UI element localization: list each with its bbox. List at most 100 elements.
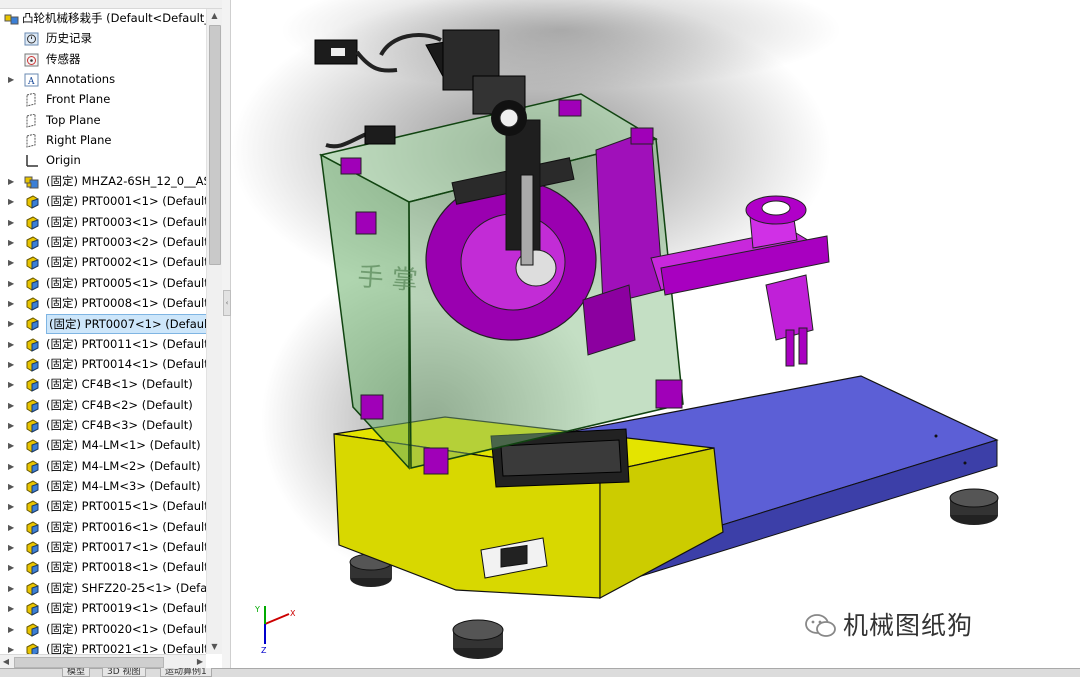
part-icon bbox=[24, 439, 39, 454]
triad-z-label: Z bbox=[261, 646, 267, 654]
part-icon bbox=[24, 256, 39, 270]
expand-chevron-icon[interactable]: ▶ bbox=[8, 620, 16, 640]
part-icon bbox=[24, 622, 39, 637]
part-icon bbox=[24, 297, 39, 311]
expand-chevron-icon[interactable]: ▶ bbox=[8, 518, 16, 538]
tree-item-label: 传感器 bbox=[46, 51, 81, 66]
tree-item-label: (固定) MHZA2-6SH_12_0__ASM bbox=[46, 173, 206, 188]
tree-item[interactable]: ▶ (固定) PRT0011<1> (Default) bbox=[0, 335, 206, 355]
tree-item[interactable]: ▶ (固定) PRT0020<1> (Default) bbox=[0, 620, 206, 640]
tree-item-label: Origin bbox=[46, 153, 81, 168]
expand-chevron-icon[interactable]: ▶ bbox=[8, 457, 16, 477]
tree-item[interactable]: ▶ (固定) SHFZ20-25<1> (Default bbox=[0, 579, 206, 599]
expand-chevron-icon[interactable]: ▶ bbox=[8, 335, 16, 355]
scroll-left-icon[interactable]: ◀ bbox=[0, 655, 12, 669]
expand-chevron-icon[interactable]: ▶ bbox=[8, 192, 16, 212]
tree-item[interactable]: ▶ (固定) MHZA2-6SH_12_0__ASM bbox=[0, 172, 206, 192]
part-icon bbox=[24, 460, 39, 474]
tree-item-label: (固定) PRT0017<1> (Default) bbox=[46, 540, 206, 555]
part-icon bbox=[24, 582, 39, 596]
tree-item[interactable]: ▶ (固定) M4-LM<2> (Default) bbox=[0, 457, 206, 477]
tree-item[interactable]: ▶ (固定) PRT0016<1> (Default) bbox=[0, 518, 206, 538]
tree-horizontal-scrollbar[interactable]: ◀ ▶ bbox=[0, 654, 206, 669]
tree-item[interactable]: ▶ (固定) M4-LM<1> (Default) bbox=[0, 436, 206, 456]
wechat-icon bbox=[805, 614, 836, 637]
tree-item[interactable]: ▶ (固定) M4-LM<3> (Default) bbox=[0, 477, 206, 497]
assembly-model[interactable]: 手 掌 bbox=[231, 0, 1080, 668]
part-icon bbox=[24, 561, 39, 576]
panel-splitter[interactable]: ‹ bbox=[222, 0, 231, 668]
expand-chevron-icon[interactable]: ▶ bbox=[8, 436, 16, 456]
tree-item[interactable]: ▶ (固定) PRT0014<1> (Default) bbox=[0, 355, 206, 375]
feature-manager-panel: 凸轮机械移栽手 (Default<Default_D 历史记录传感器 ▶ A Annot… bbox=[0, 0, 223, 676]
tree-hscroll-thumb[interactable] bbox=[14, 657, 164, 668]
tree-item[interactable]: Origin bbox=[0, 151, 206, 171]
tree-item[interactable]: ▶ (固定) CF4B<2> (Default) bbox=[0, 396, 206, 416]
tree-item[interactable]: ▶ (固定) PRT0019<1> (Default) bbox=[0, 599, 206, 619]
tree-item[interactable]: ▶ (固定) PRT0021<1> (Default) bbox=[0, 640, 206, 654]
part-icon bbox=[24, 399, 39, 413]
expand-chevron-icon[interactable]: ▶ bbox=[8, 558, 16, 578]
tree-item-label: 历史记录 bbox=[46, 31, 92, 46]
expand-chevron-icon[interactable]: ▶ bbox=[8, 314, 16, 334]
origin-icon bbox=[24, 154, 39, 168]
expand-chevron-icon[interactable]: ▶ bbox=[8, 538, 16, 558]
expand-chevron-icon[interactable]: ▶ bbox=[8, 416, 16, 436]
tree-item[interactable]: ▶ (固定) PRT0008<1> (Default) bbox=[0, 294, 206, 314]
triad-x-label: X bbox=[290, 609, 296, 618]
feature-tree: 凸轮机械移栽手 (Default<Default_D 历史记录传感器 ▶ A Annot… bbox=[0, 9, 206, 654]
tree-item[interactable]: Right Plane bbox=[0, 131, 206, 151]
tree-item-label: (固定) PRT0003<1> (Default) bbox=[46, 214, 206, 229]
tree-item-label: Front Plane bbox=[46, 92, 111, 107]
scroll-up-icon[interactable]: ▲ bbox=[207, 9, 222, 23]
tree-item[interactable]: ▶ (固定) CF4B<1> (Default) bbox=[0, 375, 206, 395]
tree-item-label: (固定) PRT0007<1> (Default) bbox=[46, 314, 206, 335]
tree-item[interactable]: ▶ (固定) PRT0002<1> (Default) bbox=[0, 253, 206, 273]
expand-chevron-icon[interactable]: ▶ bbox=[8, 233, 16, 253]
tree-item[interactable]: ▶ (固定) PRT0015<1> (Default) bbox=[0, 497, 206, 517]
splitter-grip-icon[interactable]: ‹ bbox=[223, 290, 231, 316]
watermark: 机械图纸狗 bbox=[805, 606, 973, 646]
tree-item[interactable]: Top Plane bbox=[0, 111, 206, 131]
tree-item[interactable]: ▶ (固定) PRT0017<1> (Default) bbox=[0, 538, 206, 558]
expand-chevron-icon[interactable]: ▶ bbox=[8, 355, 16, 375]
part-icon bbox=[24, 276, 39, 291]
expand-chevron-icon[interactable]: ▶ bbox=[8, 253, 16, 273]
plane-icon bbox=[24, 133, 39, 148]
tree-root-item[interactable]: 凸轮机械移栽手 (Default<Default_D bbox=[0, 9, 206, 29]
expand-chevron-icon[interactable]: ▶ bbox=[8, 213, 16, 233]
tree-item[interactable]: ▶ (固定) PRT0003<1> (Default) bbox=[0, 213, 206, 233]
graphics-viewport[interactable]: 手 掌 X Y Z 机械图纸狗 bbox=[231, 0, 1080, 668]
tree-item-label: (固定) PRT0021<1> (Default) bbox=[46, 641, 206, 654]
part-icon bbox=[24, 541, 39, 555]
expand-chevron-icon[interactable]: ▶ bbox=[8, 396, 16, 416]
tree-item[interactable]: ▶ (固定) PRT0007<1> (Default) bbox=[0, 314, 206, 335]
expand-chevron-icon[interactable]: ▶ bbox=[8, 294, 16, 314]
scroll-down-icon[interactable]: ▼ bbox=[207, 640, 222, 654]
tree-item[interactable]: ▶ (固定) PRT0003<2> (Default) bbox=[0, 233, 206, 253]
tree-item[interactable]: ▶ (固定) PRT0018<1> (Default) bbox=[0, 558, 206, 578]
tree-item[interactable]: 传感器 bbox=[0, 50, 206, 70]
tree-item[interactable]: 历史记录 bbox=[0, 29, 206, 49]
tree-item[interactable]: ▶ (固定) PRT0005<1> (Default) bbox=[0, 274, 206, 294]
tree-item[interactable]: ▶ (固定) CF4B<3> (Default) bbox=[0, 416, 206, 436]
tree-scroll-thumb[interactable] bbox=[209, 25, 221, 265]
tree-item[interactable]: ▶ (固定) PRT0001<1> (Default) bbox=[0, 192, 206, 212]
tree-vertical-scrollbar[interactable]: ▲ ▼ bbox=[206, 9, 222, 654]
expand-chevron-icon[interactable]: ▶ bbox=[8, 599, 16, 619]
tree-item[interactable]: ▶ A Annotations bbox=[0, 70, 206, 90]
expand-chevron-icon[interactable]: ▶ bbox=[8, 172, 16, 192]
tree-item-label: (固定) PRT0011<1> (Default) bbox=[46, 336, 206, 351]
expand-chevron-icon[interactable]: ▶ bbox=[8, 70, 16, 90]
part-icon bbox=[24, 378, 39, 393]
assembly-icon bbox=[24, 175, 39, 189]
scroll-right-icon[interactable]: ▶ bbox=[194, 655, 206, 669]
expand-chevron-icon[interactable]: ▶ bbox=[8, 640, 16, 654]
tree-item-label: (固定) M4-LM<1> (Default) bbox=[46, 438, 201, 453]
expand-chevron-icon[interactable]: ▶ bbox=[8, 274, 16, 294]
expand-chevron-icon[interactable]: ▶ bbox=[8, 579, 16, 599]
expand-chevron-icon[interactable]: ▶ bbox=[8, 497, 16, 517]
expand-chevron-icon[interactable]: ▶ bbox=[8, 375, 16, 395]
tree-item[interactable]: Front Plane bbox=[0, 90, 206, 110]
expand-chevron-icon[interactable]: ▶ bbox=[8, 477, 16, 497]
